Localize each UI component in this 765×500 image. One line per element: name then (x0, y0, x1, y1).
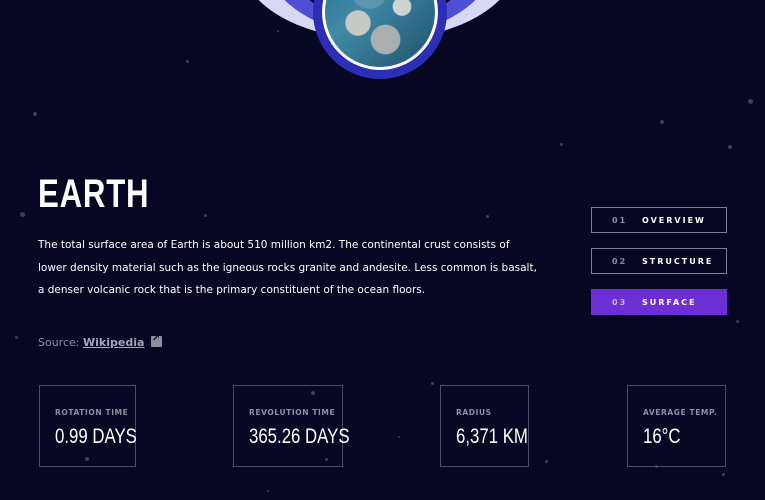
tab-label: SURFACE (642, 297, 697, 307)
wikipedia-link[interactable]: Wikipedia (83, 336, 144, 349)
tab-number: 03 (612, 297, 628, 307)
planet-stats: ROTATION TIME 0.99 DAYS REVOLUTION TIME … (39, 385, 726, 467)
tab-surface[interactable]: 03 SURFACE (591, 289, 727, 315)
stat-value: 365.26 DAYS (249, 425, 350, 448)
stat-value: 0.99 DAYS (55, 425, 137, 448)
tab-structure[interactable]: 02 STRUCTURE (591, 248, 727, 274)
tab-number: 01 (612, 215, 628, 225)
planet-illustration (0, 0, 765, 90)
stat-average-temp: AVERAGE TEMP. 16°C (627, 385, 726, 467)
external-link-icon[interactable] (150, 333, 162, 347)
stat-revolution-time: REVOLUTION TIME 365.26 DAYS (233, 385, 350, 467)
planet-description: The total surface area of Earth is about… (38, 239, 537, 296)
stat-label: AVERAGE TEMP. (643, 408, 718, 417)
stat-value: 6,371 KM (456, 425, 528, 448)
source-label: Source: (38, 336, 80, 349)
stat-radius: RADIUS 6,371 KM (440, 385, 529, 467)
tab-overview[interactable]: 01 OVERVIEW (591, 207, 727, 233)
tab-number: 02 (612, 256, 628, 266)
tab-label: OVERVIEW (642, 215, 706, 225)
stat-label: ROTATION TIME (55, 408, 129, 417)
view-tabs: 01 OVERVIEW 02 STRUCTURE 03 SURFACE (591, 207, 727, 330)
stat-value: 16°C (643, 425, 681, 448)
source-line: Source: Wikipedia (38, 333, 162, 349)
stat-label: REVOLUTION TIME (249, 408, 336, 417)
stat-label: RADIUS (456, 408, 492, 417)
stat-rotation-time: ROTATION TIME 0.99 DAYS (39, 385, 137, 467)
tab-label: STRUCTURE (642, 256, 714, 266)
planet-title: EARTH (38, 172, 150, 216)
